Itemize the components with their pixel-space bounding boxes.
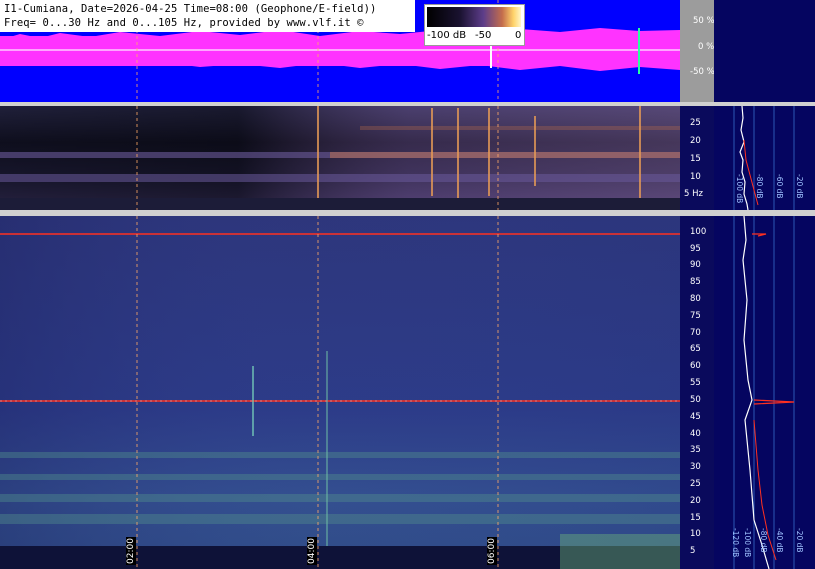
profile-bottom-tick-20: -20 dB: [795, 528, 804, 553]
profile-bottom-tick-120: -120 dB: [731, 528, 740, 558]
profile-bottom-tick-40: -40 dB: [775, 528, 784, 553]
time-label-0600: 06:00: [487, 537, 497, 565]
mid-tick-15: 15: [690, 154, 701, 164]
profile-top-tick-100: -100 dB: [735, 174, 744, 204]
waveform-tick-0: 0 %: [698, 42, 715, 52]
mid-tick-5: 5 Hz: [684, 189, 703, 199]
bottom-tick-70: 70: [690, 327, 701, 338]
bottom-tick-40: 40: [690, 428, 701, 439]
profile-top-tick-20: -20 dB: [795, 174, 804, 199]
bottom-tick-25: 25: [690, 478, 701, 489]
colorbar-label-mid: -50: [475, 30, 492, 41]
time-label-0400: 04:00: [307, 537, 317, 565]
bottom-tick-60: 60: [690, 361, 701, 372]
mid-tick-25: 25: [690, 118, 701, 128]
bottom-tick-90: 90: [690, 260, 701, 271]
bottom-tick-100: 100: [690, 226, 707, 237]
bottom-tick-80: 80: [690, 294, 701, 305]
bottom-tick-35: 35: [690, 445, 701, 456]
spectrum-profile-panel: [714, 0, 815, 569]
colorbar: -100 dB -50 0: [424, 4, 525, 46]
bottom-tick-30: 30: [690, 462, 701, 473]
bottom-tick-85: 85: [690, 277, 701, 288]
bottom-tick-5: 5: [690, 546, 696, 557]
title-line-1: I1-Cumiana, Date=2026-04-25 Time=08:00 (…: [4, 3, 377, 15]
spectrogram-0-105hz: [0, 216, 680, 569]
colorbar-label-min: -100 dB: [427, 30, 467, 41]
title-line-2: Freq= 0...30 Hz and 0...105 Hz, provided…: [4, 17, 364, 29]
info-box: I1-Cumiana, Date=2026-04-25 Time=08:00 (…: [0, 0, 415, 32]
profile-bottom-tick-100: -100 dB: [743, 528, 752, 558]
bottom-tick-50: 50: [690, 394, 701, 405]
colorbar-label-max: 0: [515, 30, 522, 41]
profile-top-tick-60: -60 dB: [775, 174, 784, 199]
bottom-tick-10: 10: [690, 529, 701, 540]
mid-tick-10: 10: [690, 172, 701, 182]
bottom-tick-95: 95: [690, 243, 701, 254]
mid-tick-20: 20: [690, 136, 701, 146]
colorbar-gradient: [427, 7, 521, 27]
bottom-tick-55: 55: [690, 378, 701, 389]
bottom-tick-65: 65: [690, 344, 701, 355]
spectrogram-0-30hz: [0, 106, 680, 210]
profile-bottom-tick-80: -80 dB: [759, 528, 768, 553]
waveform-tick-50: 50 %: [693, 16, 715, 26]
time-label-0200: 02:00: [126, 537, 136, 565]
profile-top-tick-80: -80 dB: [755, 174, 764, 199]
bottom-tick-45: 45: [690, 411, 701, 422]
bottom-tick-15: 15: [690, 512, 701, 523]
bottom-tick-75: 75: [690, 310, 701, 321]
waveform-tick-minus-50: -50 %: [690, 67, 715, 77]
bottom-tick-20: 20: [690, 495, 701, 506]
